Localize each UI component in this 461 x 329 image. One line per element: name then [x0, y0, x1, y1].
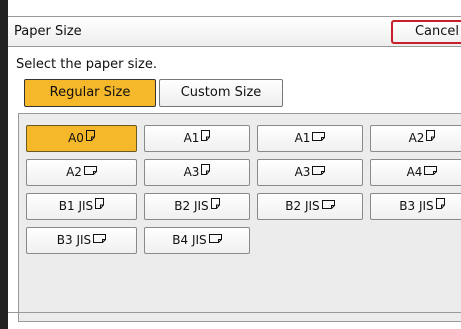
paper-size-grid: A0 A1 A1 A2 A2 A3 A3 A4 B1 JIS B2 JIS B2… [18, 113, 461, 322]
content-area: Select the paper size. Regular Size Cust… [8, 47, 461, 329]
size-label: B4 JIS [172, 233, 207, 247]
portrait-icon [95, 193, 105, 218]
landscape-icon [93, 227, 107, 252]
size-button-b3-jis-portrait[interactable]: B3 JIS [370, 193, 461, 220]
size-label: B2 JIS [174, 199, 209, 213]
size-button-b1-jis-portrait[interactable]: B1 JIS [26, 193, 137, 220]
size-label: A2 [408, 131, 425, 145]
landscape-icon [208, 227, 222, 252]
landscape-icon [424, 159, 438, 184]
size-button-a4-landscape[interactable]: A4 [370, 159, 461, 186]
size-button-a1-portrait[interactable]: A1 [144, 125, 250, 152]
size-label: A3 [294, 165, 311, 179]
size-label: B3 JIS [56, 233, 92, 247]
size-button-a3-landscape[interactable]: A3 [257, 159, 363, 186]
size-button-a3-portrait[interactable]: A3 [144, 159, 250, 186]
size-button-b2-jis-portrait[interactable]: B2 JIS [144, 193, 250, 220]
size-label: B1 JIS [58, 199, 94, 213]
window-title: Paper Size [14, 24, 82, 39]
portrait-icon [201, 125, 211, 150]
size-label: A1 [294, 131, 311, 145]
size-label: B2 JIS [285, 199, 320, 213]
portrait-icon [435, 193, 445, 218]
landscape-icon [312, 159, 326, 184]
size-label: A1 [183, 131, 200, 145]
title-bar: Paper Size Cancel [8, 16, 461, 47]
size-button-a1-landscape[interactable]: A1 [257, 125, 363, 152]
landscape-icon [321, 193, 335, 218]
portrait-icon [201, 159, 211, 184]
size-button-b3-jis-landscape[interactable]: B3 JIS [26, 227, 137, 254]
size-button-b4-jis-landscape[interactable]: B4 JIS [144, 227, 250, 254]
size-button-a0-portrait[interactable]: A0 [26, 125, 137, 152]
portrait-icon [426, 125, 436, 150]
size-button-b2-jis-landscape[interactable]: B2 JIS [257, 193, 363, 220]
tab-custom-size[interactable]: Custom Size [159, 79, 283, 107]
size-label: A0 [68, 131, 84, 145]
tab-regular-size[interactable]: Regular Size [24, 79, 156, 107]
bottom-divider [8, 312, 461, 313]
size-label: A2 [66, 165, 82, 179]
instruction-text: Select the paper size. [16, 57, 157, 72]
size-label: A4 [406, 165, 423, 179]
cancel-button[interactable]: Cancel [391, 20, 461, 44]
landscape-icon [312, 125, 326, 150]
portrait-icon [210, 193, 220, 218]
size-button-a2-portrait[interactable]: A2 [370, 125, 461, 152]
landscape-icon [83, 159, 97, 184]
size-label: A3 [183, 165, 200, 179]
portrait-icon [85, 125, 95, 150]
size-button-a2-landscape[interactable]: A2 [26, 159, 137, 186]
left-panel-edge [0, 0, 8, 329]
size-label: B3 JIS [399, 199, 434, 213]
